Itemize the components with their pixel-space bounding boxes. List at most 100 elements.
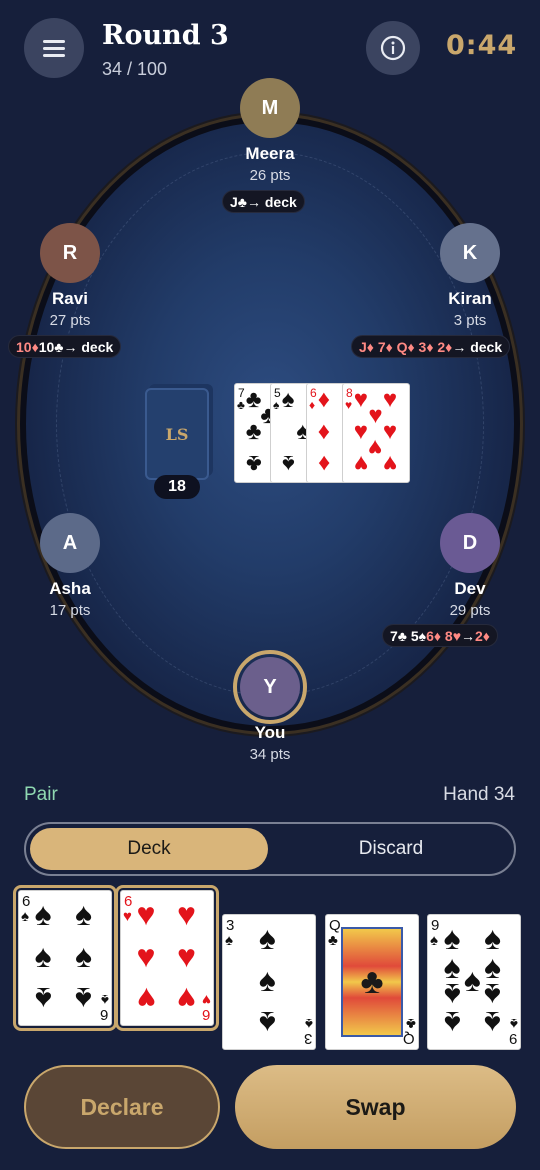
card-pip: ♥ — [353, 450, 369, 478]
info-button[interactable] — [366, 21, 420, 75]
card-pip: ♥ — [368, 434, 383, 462]
card-pip: ♠ — [281, 450, 295, 478]
player-points-ravi: 27 pts — [49, 312, 91, 329]
last-action-dev: 7♣ 5♠ 6♦ 8♥ → 2♦ — [382, 624, 498, 647]
avatar-meera: M — [240, 78, 300, 138]
card-pip: ♠ — [75, 981, 92, 1018]
card-pip: ♠ — [484, 1005, 501, 1042]
card-pip: ♦ — [317, 417, 331, 445]
action-cards: 2♦ — [475, 627, 490, 644]
menu-button[interactable] — [24, 18, 84, 78]
card-pip: ♣ — [245, 417, 262, 445]
playing-card[interactable]: 8 ♥ ♥ ♥ ♥ ♥ ♥ ♥ ♥ ♥ — [342, 383, 410, 483]
card-rank-inverted: 6 — [201, 1006, 210, 1023]
card-rank: Q — [329, 917, 341, 934]
card-pip: ♦ — [317, 386, 331, 414]
playing-card[interactable]: 6 ♠ 6 ♠ ♠ ♠ ♠ ♠ ♠ ♠ — [13, 885, 117, 1031]
card-pip: ♥ — [353, 417, 369, 445]
last-action-ravi: 10♦ 10♣ → deck — [8, 335, 122, 358]
card-rank-inverted: 3 — [303, 1030, 312, 1047]
card-pip: ♥ — [368, 402, 383, 430]
card-pip: ♥ — [136, 938, 156, 975]
player-name-dev: Dev — [454, 579, 486, 598]
card-pip: ♥ — [177, 938, 196, 975]
player-points-kiran: 3 pts — [453, 312, 487, 329]
player-name-ravi: Ravi — [52, 289, 88, 308]
player-points-asha: 17 pts — [49, 602, 91, 619]
card-pip: ♠ — [281, 386, 295, 414]
card-pip: ♥ — [382, 417, 398, 445]
card-pip: ♠ — [258, 962, 276, 999]
card-suit-inverted: ♠ — [101, 991, 109, 1008]
card-rank-inverted: 6 — [99, 1006, 108, 1023]
card-pip: ♠ — [463, 962, 481, 999]
draw-deck[interactable]: LS — [145, 388, 209, 480]
card-suit: ♠ — [430, 932, 438, 949]
card-rank: 6 — [124, 893, 133, 910]
deck-logo: LS — [165, 424, 189, 444]
player-name-you: You — [254, 723, 286, 742]
card-suit: ♠ — [273, 398, 280, 412]
card-pip: ♦ — [317, 450, 331, 478]
card-pip: ♠ — [34, 938, 52, 975]
avatar-dev: D — [440, 513, 500, 573]
avatar-kiran: K — [440, 223, 500, 283]
court-card-art: ♣ — [340, 927, 404, 1037]
playing-card[interactable]: 9 ♠ 9 ♠ ♠ ♠ ♠ ♠ ♠ ♠ ♠ ♠ ♠ — [427, 914, 521, 1050]
card-rank: 6 — [22, 893, 31, 910]
player-name-asha: Asha — [49, 579, 91, 598]
swap-button[interactable]: Swap — [235, 1065, 516, 1149]
avatar-asha: A — [40, 513, 100, 573]
card-suit: ♠ — [225, 932, 233, 949]
round-title: Round 3 — [102, 20, 229, 51]
player-hand: 6 ♠ 6 ♠ ♠ ♠ ♠ ♠ ♠ ♠ 6 ♥ 6 ♥ ♥ ♥ ♥ ♥ ♥ ♥ 3 ♠ 3 ♠ ♠ ♠ ♠ Q ♣ Q ♣ ♣ 9 ♠ 9 ♠ ♠ ♠ ♠ ♠… — [0, 884, 540, 1054]
card-pip: ♥ — [353, 386, 369, 414]
card-suit-inverted: ♣ — [406, 1015, 416, 1032]
card-suit: ♦ — [309, 398, 316, 412]
playing-card[interactable]: Q ♣ Q ♣ ♣ — [325, 914, 419, 1050]
card-pip: ♠ — [34, 981, 52, 1018]
card-rank-inverted: Q — [403, 1030, 415, 1047]
action-cards: J♦ 7♦ Q♦ 3♦ 2♦ — [359, 338, 453, 355]
player-name-meera: Meera — [245, 144, 295, 163]
hand-value-label: Hand 34 — [443, 784, 515, 805]
action-cards: 10♣ — [38, 338, 64, 355]
card-pip: ♠ — [75, 938, 92, 975]
info-icon — [380, 35, 406, 61]
card-suit: ♣ — [237, 398, 245, 412]
card-suit: ♣ — [328, 932, 338, 949]
discard-pile[interactable]: 7♣♣♣♣♣♣♣♣5♠♠♠♠♠♠6♦♦♦♦♦♦♦8♥♥♥♥♥♥♥♥♥ — [234, 383, 414, 485]
declare-button[interactable]: Declare — [24, 1065, 220, 1149]
player-points-meera: 26 pts — [249, 167, 291, 184]
card-pip: ♣ — [245, 386, 262, 414]
card-pip: ♠ — [34, 895, 52, 932]
card-suit: ♠ — [21, 908, 29, 925]
card-rank: 9 — [431, 917, 440, 934]
card-suit-inverted: ♠ — [510, 1015, 518, 1032]
deck-count-badge: 18 — [154, 475, 200, 499]
card-pip: ♥ — [382, 386, 398, 414]
card-suit-inverted: ♠ — [305, 1015, 313, 1032]
action-target: → deck — [452, 338, 503, 355]
card-rank: 3 — [226, 917, 235, 934]
card-suit-inverted: ♥ — [202, 991, 211, 1008]
playing-card[interactable]: 6 ♥ 6 ♥ ♥ ♥ ♥ ♥ ♥ ♥ — [115, 885, 219, 1031]
player-name-kiran: Kiran — [448, 289, 492, 308]
card-pip: ♠ — [258, 919, 276, 956]
action-cards: J♣ — [230, 193, 247, 210]
card-rank-inverted: 9 — [508, 1030, 517, 1047]
card-pip: ♥ — [382, 450, 398, 478]
player-points-you: 34 pts — [249, 746, 291, 763]
card-pip: ♥ — [177, 895, 196, 932]
card-pip: ♥ — [136, 895, 156, 932]
player-points-dev: 29 pts — [449, 602, 491, 619]
menu-icon — [43, 40, 65, 57]
action-target: → deck — [246, 193, 297, 210]
card-pip: ♠ — [258, 1005, 276, 1042]
toggle-discard[interactable]: Discard — [270, 828, 512, 870]
playing-card[interactable]: 3 ♠ 3 ♠ ♠ ♠ ♠ — [222, 914, 316, 1050]
toggle-deck[interactable]: Deck — [30, 828, 268, 870]
hand-type-label: Pair — [24, 784, 58, 805]
action-target: → — [461, 627, 476, 644]
last-action-kiran: J♦ 7♦ Q♦ 3♦ 2♦ → deck — [351, 335, 511, 358]
